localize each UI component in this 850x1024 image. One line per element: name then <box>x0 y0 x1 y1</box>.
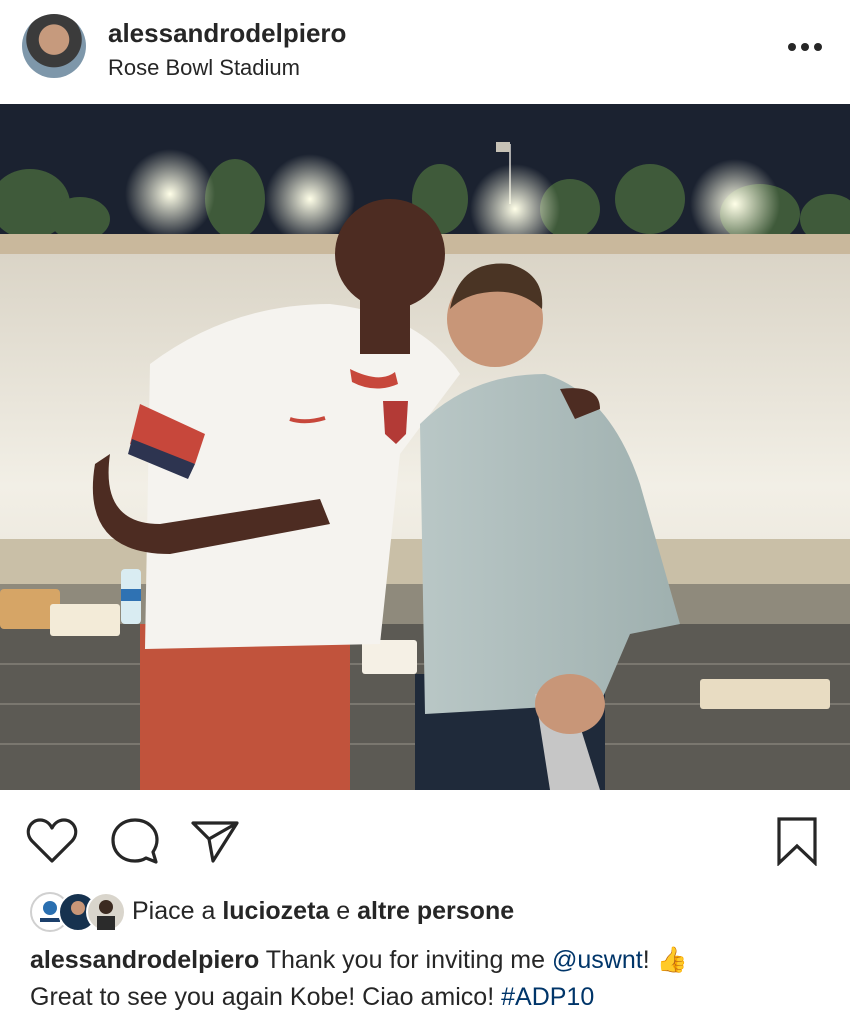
caption-line-2: Great to see you again Kobe! Ciao amico! <box>30 983 502 1011</box>
post-location[interactable]: Rose Bowl Stadium <box>108 55 300 81</box>
thumbs-up-emoji: 👍 <box>656 946 688 974</box>
paper-plane-icon[interactable] <box>186 812 244 870</box>
likes-row: Piace a luciozeta e altre persone <box>30 888 514 934</box>
heart-icon[interactable] <box>23 812 81 870</box>
comment-icon[interactable] <box>106 812 164 870</box>
hashtag-link[interactable]: #ADP10 <box>501 983 594 1011</box>
action-bar <box>0 800 850 880</box>
more-options-icon[interactable] <box>784 26 826 68</box>
likes-prefix: Piace a <box>132 896 223 925</box>
likes-text[interactable]: Piace a luciozeta e altre persone <box>132 897 514 926</box>
caption-text: Thank you for inviting me <box>259 946 552 974</box>
mention-link[interactable]: @uswnt <box>552 946 643 974</box>
liker-avatars[interactable] <box>30 892 126 932</box>
liker-username[interactable]: luciozeta <box>222 897 329 925</box>
liker-avatar[interactable] <box>86 892 126 932</box>
likes-connector: e <box>329 896 358 925</box>
caption-username[interactable]: alessandrodelpiero <box>30 946 259 974</box>
likes-others[interactable]: altre persone <box>357 897 514 925</box>
caption: alessandrodelpiero Thank you for invitin… <box>30 942 820 1016</box>
caption-text-2: ! <box>642 946 657 974</box>
bookmark-icon[interactable] <box>768 812 826 870</box>
post-photo[interactable] <box>0 104 850 790</box>
post-username[interactable]: alessandrodelpiero <box>108 18 346 49</box>
post-header: alessandrodelpiero Rose Bowl Stadium <box>0 0 850 104</box>
avatar[interactable] <box>22 14 86 78</box>
